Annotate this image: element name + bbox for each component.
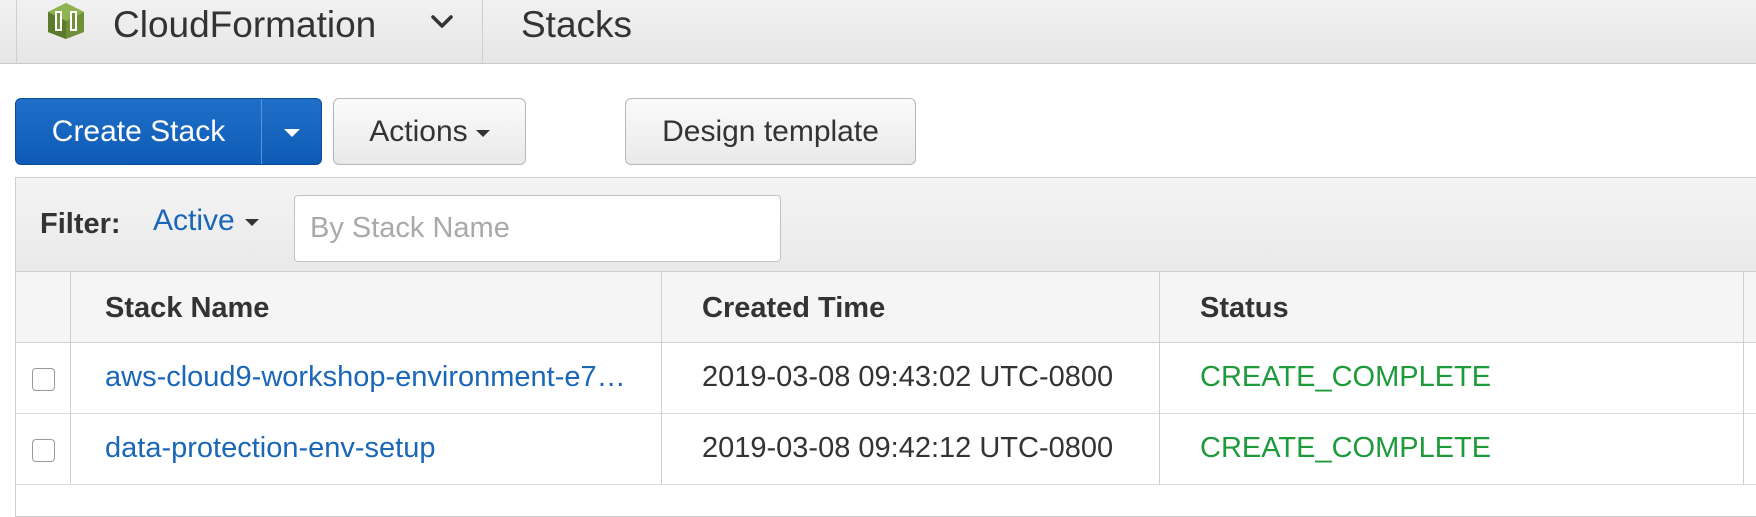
column-divider xyxy=(661,272,662,485)
filter-status-value: Active xyxy=(153,204,235,237)
filter-label: Filter: xyxy=(40,208,121,240)
row-checkbox[interactable] xyxy=(32,439,55,462)
actions-button-label: Actions xyxy=(369,115,468,148)
column-divider xyxy=(1743,272,1744,485)
column-header-status[interactable]: Status xyxy=(1200,292,1289,325)
design-template-button[interactable]: Design template xyxy=(625,98,916,165)
create-stack-dropdown-toggle[interactable] xyxy=(262,99,322,164)
header-divider xyxy=(482,0,483,64)
actions-dropdown-button[interactable]: Actions xyxy=(333,98,526,165)
table-row[interactable]: aws-cloud9-workshop-environment-e7… 2019… xyxy=(16,343,1756,414)
column-header-stack-name[interactable]: Stack Name xyxy=(105,292,269,325)
table-row[interactable]: data-protection-env-setup 2019-03-08 09:… xyxy=(16,414,1756,485)
filter-status-dropdown[interactable]: Active xyxy=(153,204,259,238)
column-divider xyxy=(70,272,71,485)
stack-name-search-input[interactable] xyxy=(294,195,781,262)
column-header-created-time[interactable]: Created Time xyxy=(702,292,885,325)
stacks-panel: Filter: Active Stack Name Created Time S… xyxy=(15,177,1756,517)
service-name[interactable]: CloudFormation xyxy=(113,3,376,47)
create-stack-button[interactable]: Create Stack xyxy=(16,99,261,164)
service-header: CloudFormation Stacks xyxy=(0,0,1756,64)
stack-name-link[interactable]: aws-cloud9-workshop-environment-e7… xyxy=(105,361,626,394)
column-divider xyxy=(1159,272,1160,485)
table-header-row: Stack Name Created Time Status xyxy=(16,272,1756,343)
cloudformation-logo-icon xyxy=(48,3,84,39)
filter-bar: Filter: Active xyxy=(16,178,1756,272)
caret-down-icon xyxy=(475,129,490,137)
row-checkbox[interactable] xyxy=(32,368,55,391)
caret-down-icon xyxy=(284,128,300,137)
header-divider xyxy=(16,0,17,64)
chevron-down-icon[interactable] xyxy=(428,12,456,32)
created-time-cell: 2019-03-08 09:43:02 UTC-0800 xyxy=(702,361,1114,393)
status-cell: CREATE_COMPLETE xyxy=(1200,432,1492,464)
stack-name-link[interactable]: data-protection-env-setup xyxy=(105,432,435,465)
create-stack-split-button[interactable]: Create Stack xyxy=(15,98,322,165)
caret-down-icon xyxy=(244,218,259,226)
status-cell: CREATE_COMPLETE xyxy=(1200,361,1492,393)
created-time-cell: 2019-03-08 09:42:12 UTC-0800 xyxy=(702,432,1114,464)
page-title: Stacks xyxy=(521,4,633,45)
